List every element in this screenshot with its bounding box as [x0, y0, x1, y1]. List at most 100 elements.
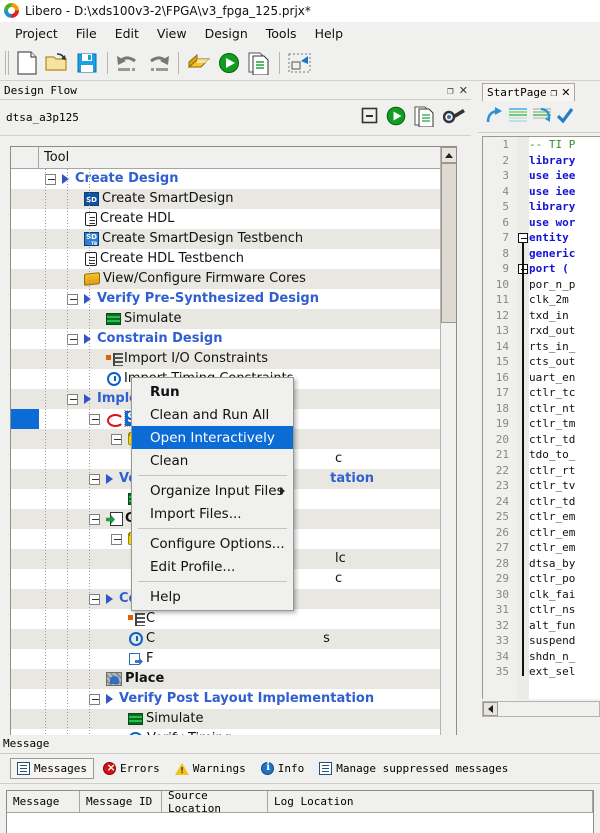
code-line[interactable]: 12 txd_in [483, 308, 600, 324]
run-flow-icon[interactable] [386, 106, 406, 130]
tree-row[interactable]: Simulate [11, 309, 456, 329]
code-line[interactable]: 28 dtsa_by [483, 556, 600, 572]
code-line[interactable]: 5 library [483, 199, 600, 215]
expand-collapse-icon[interactable] [89, 473, 100, 485]
code-line[interactable]: 33 suspend [483, 633, 600, 649]
synthesize-context-menu[interactable]: Run Clean and Run All Open Interactively Cl… [131, 377, 294, 611]
code-line[interactable]: 14 rts_in_ [483, 339, 600, 355]
save-icon[interactable] [72, 48, 102, 78]
tree-row[interactable]: C [11, 609, 456, 629]
expand-collapse-icon[interactable] [67, 393, 78, 405]
message-filter-manage-suppressed-messages[interactable]: Manage suppressed messages [313, 759, 514, 778]
message-filter-errors[interactable]: Errors [97, 759, 166, 778]
menu-item-clean-and-run-all[interactable]: Clean and Run All [132, 403, 293, 426]
tree-scrollbar[interactable] [440, 147, 456, 776]
menu-tools[interactable]: Tools [257, 24, 306, 43]
tree-row[interactable]: Verify Post Layout Implementation [11, 689, 456, 709]
expand-collapse-icon[interactable] [111, 433, 122, 445]
code-line[interactable]: 2 library [483, 153, 600, 169]
undo-icon[interactable] [113, 48, 143, 78]
code-line[interactable]: 32 alt_fun [483, 618, 600, 634]
code-line[interactable]: 15 cts_out [483, 354, 600, 370]
view-report-icon[interactable] [414, 105, 435, 131]
code-line[interactable]: 1 -- TI P [483, 137, 600, 153]
fold-toggle-icon[interactable] [518, 232, 528, 243]
code-line[interactable]: 19 ctlr_tm [483, 416, 600, 432]
catalog-icon[interactable] [184, 48, 214, 78]
close-icon[interactable]: ✕ [561, 86, 570, 99]
col-message[interactable]: Message [7, 791, 80, 812]
expand-collapse-icon[interactable] [67, 293, 78, 305]
new-file-icon[interactable] [12, 48, 42, 78]
menu-help[interactable]: Help [306, 24, 353, 43]
scroll-thumb[interactable] [441, 163, 456, 323]
redo-icon[interactable] [143, 48, 173, 78]
menu-item-configure-options[interactable]: Configure Options... [132, 532, 293, 555]
message-filter-info[interactable]: Info [255, 759, 311, 778]
scroll-up-button[interactable] [441, 147, 456, 163]
code-line[interactable]: 18 ctlr_nt [483, 401, 600, 417]
expand-window-icon[interactable] [285, 48, 315, 78]
menu-item-open-interactively[interactable]: Open Interactively [132, 426, 293, 449]
open-project-icon[interactable] [42, 48, 72, 78]
tree-row[interactable]: Create HDL Testbench [11, 249, 456, 269]
redo-arrow-icon[interactable] [484, 106, 504, 130]
menu-item-edit-profile[interactable]: Edit Profile... [132, 555, 293, 578]
expand-collapse-icon[interactable] [89, 513, 100, 525]
menu-edit[interactable]: Edit [106, 24, 148, 43]
tree-row[interactable]: SD Create SmartDesign [11, 189, 456, 209]
tree-row[interactable]: View/Configure Firmware Cores [11, 269, 456, 289]
expand-collapse-icon[interactable] [89, 693, 100, 705]
expand-collapse-icon[interactable] [45, 173, 56, 185]
menu-item-import-files[interactable]: Import Files... [132, 502, 293, 525]
menu-file[interactable]: File [67, 24, 106, 43]
col-log-location[interactable]: Log Location [268, 791, 593, 812]
code-line[interactable]: 34 shdn_n_ [483, 649, 600, 665]
message-filter-messages[interactable]: Messages [10, 758, 94, 779]
expand-collapse-icon[interactable] [89, 593, 100, 605]
tree-row[interactable]: F [11, 649, 456, 669]
dock-splitter[interactable] [471, 81, 478, 727]
check-icon[interactable] [556, 107, 574, 129]
menu-project[interactable]: Project [6, 24, 67, 43]
code-line[interactable]: 24 ctlr_td [483, 494, 600, 510]
menu-item-help[interactable]: Help [132, 585, 293, 608]
col-source-location[interactable]: Source Location [162, 789, 268, 815]
expand-collapse-icon[interactable] [67, 333, 78, 345]
code-line[interactable]: 27 ctlr_em [483, 540, 600, 556]
reports-icon[interactable] [244, 48, 274, 78]
float-icon[interactable]: ❐ [551, 86, 558, 99]
code-line[interactable]: 9 port ( [483, 261, 600, 277]
tree-row[interactable]: Place [11, 669, 456, 689]
close-icon[interactable]: ✕ [459, 84, 468, 97]
code-line[interactable]: 29 ctlr_po [483, 571, 600, 587]
code-line[interactable]: 11 clk_2m [483, 292, 600, 308]
col-message-id[interactable]: Message ID [80, 791, 162, 812]
code-line[interactable]: 20 ctlr_td [483, 432, 600, 448]
tree-row[interactable]: SD TB Create SmartDesign Testbench [11, 229, 456, 249]
configure-tool-icon[interactable] [442, 106, 465, 130]
code-line[interactable]: 31 ctlr_ns [483, 602, 600, 618]
message-table[interactable]: Message Message ID Source Location Log L… [6, 789, 594, 833]
code-line[interactable]: 10 por_n_p [483, 277, 600, 293]
tree-row[interactable]: Constrain Design [11, 329, 456, 349]
code-line[interactable]: 22 ctlr_rt [483, 463, 600, 479]
tree-row[interactable]: Create HDL [11, 209, 456, 229]
menu-view[interactable]: View [148, 24, 196, 43]
code-line[interactable]: 13 rxd_out [483, 323, 600, 339]
unindent-lines-icon[interactable] [532, 107, 552, 129]
code-line[interactable]: 30 clk_fai [483, 587, 600, 603]
code-line[interactable]: 4 use iee [483, 184, 600, 200]
code-editor[interactable]: 1 -- TI P 2 library 3 use iee 4 use iee 5 library… [482, 136, 600, 699]
expand-collapse-icon[interactable] [89, 413, 100, 425]
toolbar-grip[interactable] [5, 50, 9, 75]
indent-lines-icon[interactable] [508, 107, 528, 129]
message-filter-bar[interactable]: Messages Errors Warnings Info Manage suppres… [0, 754, 600, 784]
tab-startpage[interactable]: StartPage ❐ ✕ [482, 83, 576, 101]
code-line[interactable]: 7 entity [483, 230, 600, 246]
tree-row[interactable]: Verify Pre-Synthesized Design [11, 289, 456, 309]
code-line[interactable]: 6 use wor [483, 215, 600, 231]
tree-row[interactable]: Create Design [11, 169, 456, 189]
code-line[interactable]: 16 uart_en [483, 370, 600, 386]
code-line[interactable]: 21 tdo_to_ [483, 447, 600, 463]
